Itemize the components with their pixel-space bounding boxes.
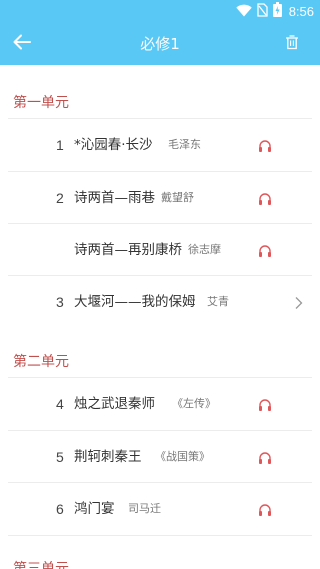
lesson-author: 《战国策》	[155, 450, 210, 463]
lesson-title: 诗两首—雨巷	[74, 190, 155, 206]
lesson-author: 艾青	[207, 295, 229, 308]
lesson-number: 1	[56, 137, 64, 153]
lesson-number: 3	[56, 294, 64, 310]
lesson-title: 大堰河——我的保姆	[74, 294, 196, 310]
list-item[interactable]: 4 烛之武退秦师 《左传》	[0, 378, 320, 430]
delete-button[interactable]	[282, 34, 302, 54]
lesson-title: 鸿门宴	[74, 501, 115, 517]
lesson-author: 徐志摩	[188, 243, 221, 256]
lesson-author: 戴望舒	[161, 191, 194, 204]
lesson-title: 烛之武退秦师	[74, 396, 155, 412]
section-header: 第一单元	[13, 95, 69, 111]
back-button[interactable]	[8, 30, 36, 58]
no-sim-icon	[257, 2, 268, 21]
list-item[interactable]: 3 大堰河——我的保姆 艾青	[0, 276, 320, 328]
chevron-right-icon[interactable]	[294, 295, 304, 309]
lesson-number: 4	[56, 396, 64, 412]
arrow-left-icon	[13, 34, 31, 54]
wifi-icon	[235, 2, 252, 21]
headphones-icon[interactable]	[258, 502, 272, 516]
headphones-icon[interactable]	[258, 191, 272, 205]
section-header: 第三单元	[13, 561, 69, 569]
status-time: 8:56	[288, 4, 314, 19]
lesson-author: 毛泽东	[168, 138, 201, 151]
section-header: 第二单元	[13, 354, 69, 370]
list-item[interactable]: 1 *沁园春·长沙 毛泽东	[0, 119, 320, 171]
trash-icon	[285, 34, 299, 54]
lesson-number: 6	[56, 501, 64, 517]
app-bar: 必修1	[0, 23, 320, 65]
status-bar: 8:56	[0, 0, 320, 23]
lesson-number: 2	[56, 190, 64, 206]
headphones-icon[interactable]	[258, 450, 272, 464]
lesson-title: *沁园春·长沙	[74, 137, 153, 153]
lesson-number: 5	[56, 449, 64, 465]
headphones-icon[interactable]	[258, 138, 272, 152]
lesson-author: 《左传》	[172, 397, 216, 410]
divider	[8, 535, 312, 536]
status-icons: 8:56	[235, 2, 314, 21]
headphones-icon[interactable]	[258, 397, 272, 411]
battery-charging-icon	[272, 2, 282, 21]
headphones-icon[interactable]	[258, 243, 272, 257]
lesson-title: 荆轲刺秦王	[74, 449, 142, 465]
lesson-author: 司马迁	[128, 502, 161, 515]
page-title: 必修1	[140, 35, 180, 53]
list-item[interactable]: 诗两首—再别康桥 徐志摩	[0, 224, 320, 276]
list-item[interactable]: 6 鸿门宴 司马迁	[0, 483, 320, 535]
lesson-title: 诗两首—再别康桥	[74, 242, 182, 258]
list-item[interactable]: 5 荆轲刺秦王 《战国策》	[0, 431, 320, 483]
list-item[interactable]: 2 诗两首—雨巷 戴望舒	[0, 172, 320, 224]
